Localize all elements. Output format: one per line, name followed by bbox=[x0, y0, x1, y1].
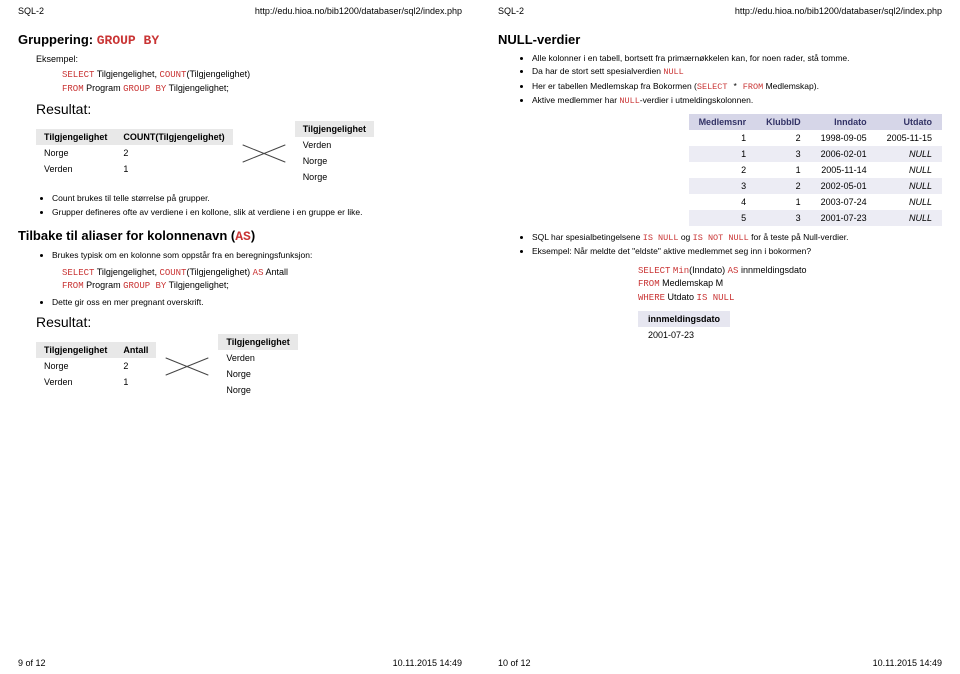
header-url: http://edu.hioa.no/bib1200/databaser/sql… bbox=[735, 6, 942, 16]
query-2: SELECT Tilgjengelighet, COUNT(Tilgjengel… bbox=[62, 266, 462, 293]
bullet-brukes: Brukes typisk om en kolonne som oppstår … bbox=[52, 250, 462, 261]
bullet-dette: Dette gir oss en mer pregnant overskrift… bbox=[52, 297, 462, 308]
kw-group-by: GROUP BY bbox=[97, 33, 159, 48]
table-row: 322002-05-01NULL bbox=[689, 178, 942, 194]
kw-as: AS bbox=[235, 229, 251, 244]
footer-page: 9 of 12 bbox=[18, 658, 46, 668]
query-1: SELECT Tilgjengelighet, COUNT(Tilgjengel… bbox=[62, 68, 462, 95]
mini-table-2: Tilgjengelighet Verden Norge Norge bbox=[218, 334, 297, 398]
page-right: SQL-2 http://edu.hioa.no/bib1200/databas… bbox=[480, 0, 960, 674]
heading-null: NULL-verdier bbox=[498, 32, 942, 47]
bullet-spesial: Da har de stort sett spesialverdien NULL bbox=[532, 66, 942, 78]
footer-page: 10 of 12 bbox=[498, 658, 531, 668]
table-row: 412003-07-24NULL bbox=[689, 194, 942, 210]
result-table-2: TilgjengelighetAntall Norge2 Verden1 bbox=[36, 342, 156, 390]
bullet-grupper: Grupper defineres ofte av verdiene i en … bbox=[52, 207, 462, 218]
result-table-1: TilgjengelighetCOUNT(Tilgjengelighet) No… bbox=[36, 129, 233, 177]
heading-group-by: Gruppering: GROUP BY bbox=[18, 32, 462, 48]
bullet-her-er: Her er tabellen Medlemskap fra Bokormen … bbox=[532, 81, 942, 93]
header-left: SQL-2 bbox=[498, 6, 524, 16]
table-row: 132006-02-01NULL bbox=[689, 146, 942, 162]
label-eksempel: Eksempel: bbox=[36, 54, 462, 64]
footer-date: 10.11.2015 14:49 bbox=[393, 658, 462, 668]
header-left: SQL-2 bbox=[18, 6, 44, 16]
header-url: http://edu.hioa.no/bib1200/databaser/sql… bbox=[255, 6, 462, 16]
table-row: 121998-09-052005-11-15 bbox=[689, 130, 942, 146]
footer-date: 10.11.2015 14:49 bbox=[873, 658, 942, 668]
heading-alias: Tilbake til aliaser for kolonnenavn (AS) bbox=[18, 228, 462, 244]
result-table-innmelding: innmeldingsdato 2001-07-23 bbox=[638, 311, 730, 343]
table-row: 532001-07-23NULL bbox=[689, 210, 942, 226]
table-row: 212005-11-14NULL bbox=[689, 162, 942, 178]
bullet-alle: Alle kolonner i en tabell, bortsett fra … bbox=[532, 53, 942, 64]
cross-icon bbox=[241, 135, 287, 171]
bullet-aktive: Aktive medlemmer har NULL-verdier i utme… bbox=[532, 95, 942, 107]
bullet-isnull: SQL har spesialbetingelsene IS NULL og I… bbox=[532, 232, 942, 244]
cross-icon bbox=[164, 348, 210, 384]
medlemskap-table: Medlemsnr KlubbID Inndato Utdato 121998-… bbox=[689, 114, 942, 226]
heading-resultat-1: Resultat: bbox=[36, 101, 462, 117]
bullet-eksempel: Eksempel: Når meldte det "eldste" aktive… bbox=[532, 246, 942, 257]
page-left: SQL-2 http://edu.hioa.no/bib1200/databas… bbox=[0, 0, 480, 674]
query-3: SELECT Min(Inndato) AS innmeldingsdato F… bbox=[638, 264, 942, 305]
bullet-count: Count brukes til telle størrelse på grup… bbox=[52, 193, 462, 204]
heading-resultat-2: Resultat: bbox=[36, 314, 462, 330]
mini-table-1: Tilgjengelighet Verden Norge Norge bbox=[295, 121, 374, 185]
